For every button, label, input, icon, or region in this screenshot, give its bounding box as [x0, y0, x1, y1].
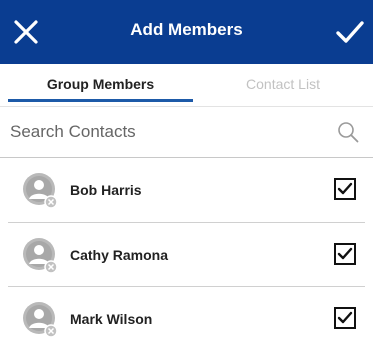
check-icon — [336, 21, 364, 43]
tab-contact-list[interactable]: Contact List — [193, 64, 373, 106]
checkmark-icon — [337, 247, 353, 260]
person-avatar-icon — [23, 302, 58, 338]
checkmark-icon — [337, 311, 353, 324]
page-title: Add Members — [130, 20, 243, 39]
person-avatar-icon — [23, 173, 58, 209]
member-checkbox[interactable] — [334, 243, 356, 265]
confirm-button[interactable] — [335, 18, 365, 46]
member-checkbox[interactable] — [334, 178, 356, 200]
search-icon[interactable] — [337, 121, 359, 143]
search-bar — [0, 106, 373, 157]
member-name: Bob Harris — [70, 182, 142, 198]
list-item[interactable]: Mark Wilson — [0, 287, 373, 345]
active-tab-indicator — [8, 99, 193, 102]
search-input[interactable] — [10, 115, 330, 149]
list-item[interactable]: Cathy Ramona — [0, 223, 373, 287]
member-name: Mark Wilson — [70, 311, 153, 327]
member-checkbox[interactable] — [334, 307, 356, 329]
person-avatar-icon — [23, 238, 58, 274]
member-name: Cathy Ramona — [70, 247, 169, 263]
checkmark-icon — [337, 182, 353, 195]
top-bar: Add Members — [0, 0, 373, 64]
list-item[interactable]: Bob Harris — [0, 158, 373, 222]
add-members-screen: Add Members Group Members Contact List S… — [0, 0, 373, 345]
